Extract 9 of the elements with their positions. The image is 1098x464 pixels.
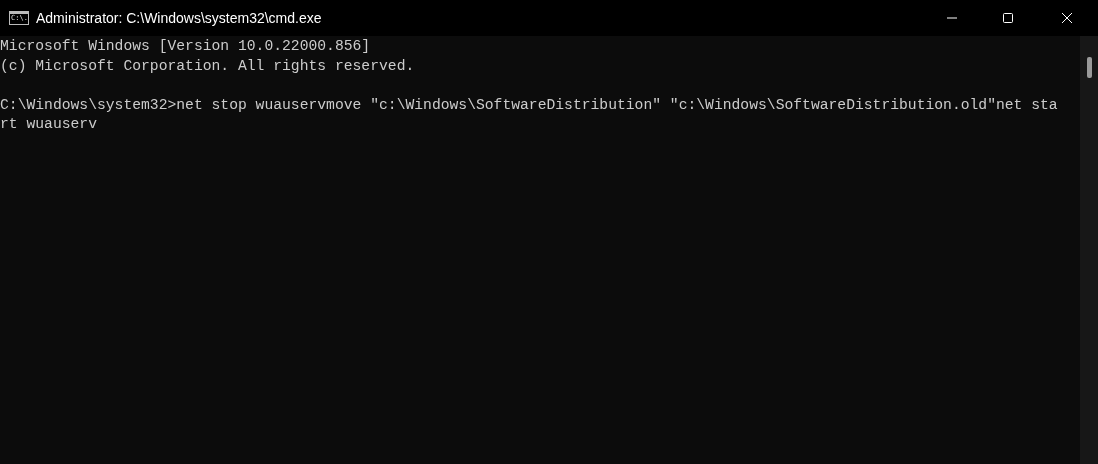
- window-title: Administrator: C:\Windows\system32\cmd.exe: [36, 10, 323, 26]
- console-line: Microsoft Windows [Version 10.0.22000.856]: [0, 37, 372, 56]
- scrollbar[interactable]: [1080, 36, 1098, 464]
- maximize-icon: [1002, 12, 1014, 24]
- console-line: rt wuauserv: [0, 115, 98, 134]
- console-line: C:\Windows\system32>net stop wuauservmove "c:\Windows\SoftwareDistribution" "c:\Windows\SoftwareDistribution.old"net sta: [0, 95, 1059, 115]
- console-line: (c) Microsoft Corporation. All rights reserved.: [0, 56, 416, 76]
- scrollbar-thumb[interactable]: [1087, 57, 1092, 78]
- close-icon: [1061, 12, 1073, 24]
